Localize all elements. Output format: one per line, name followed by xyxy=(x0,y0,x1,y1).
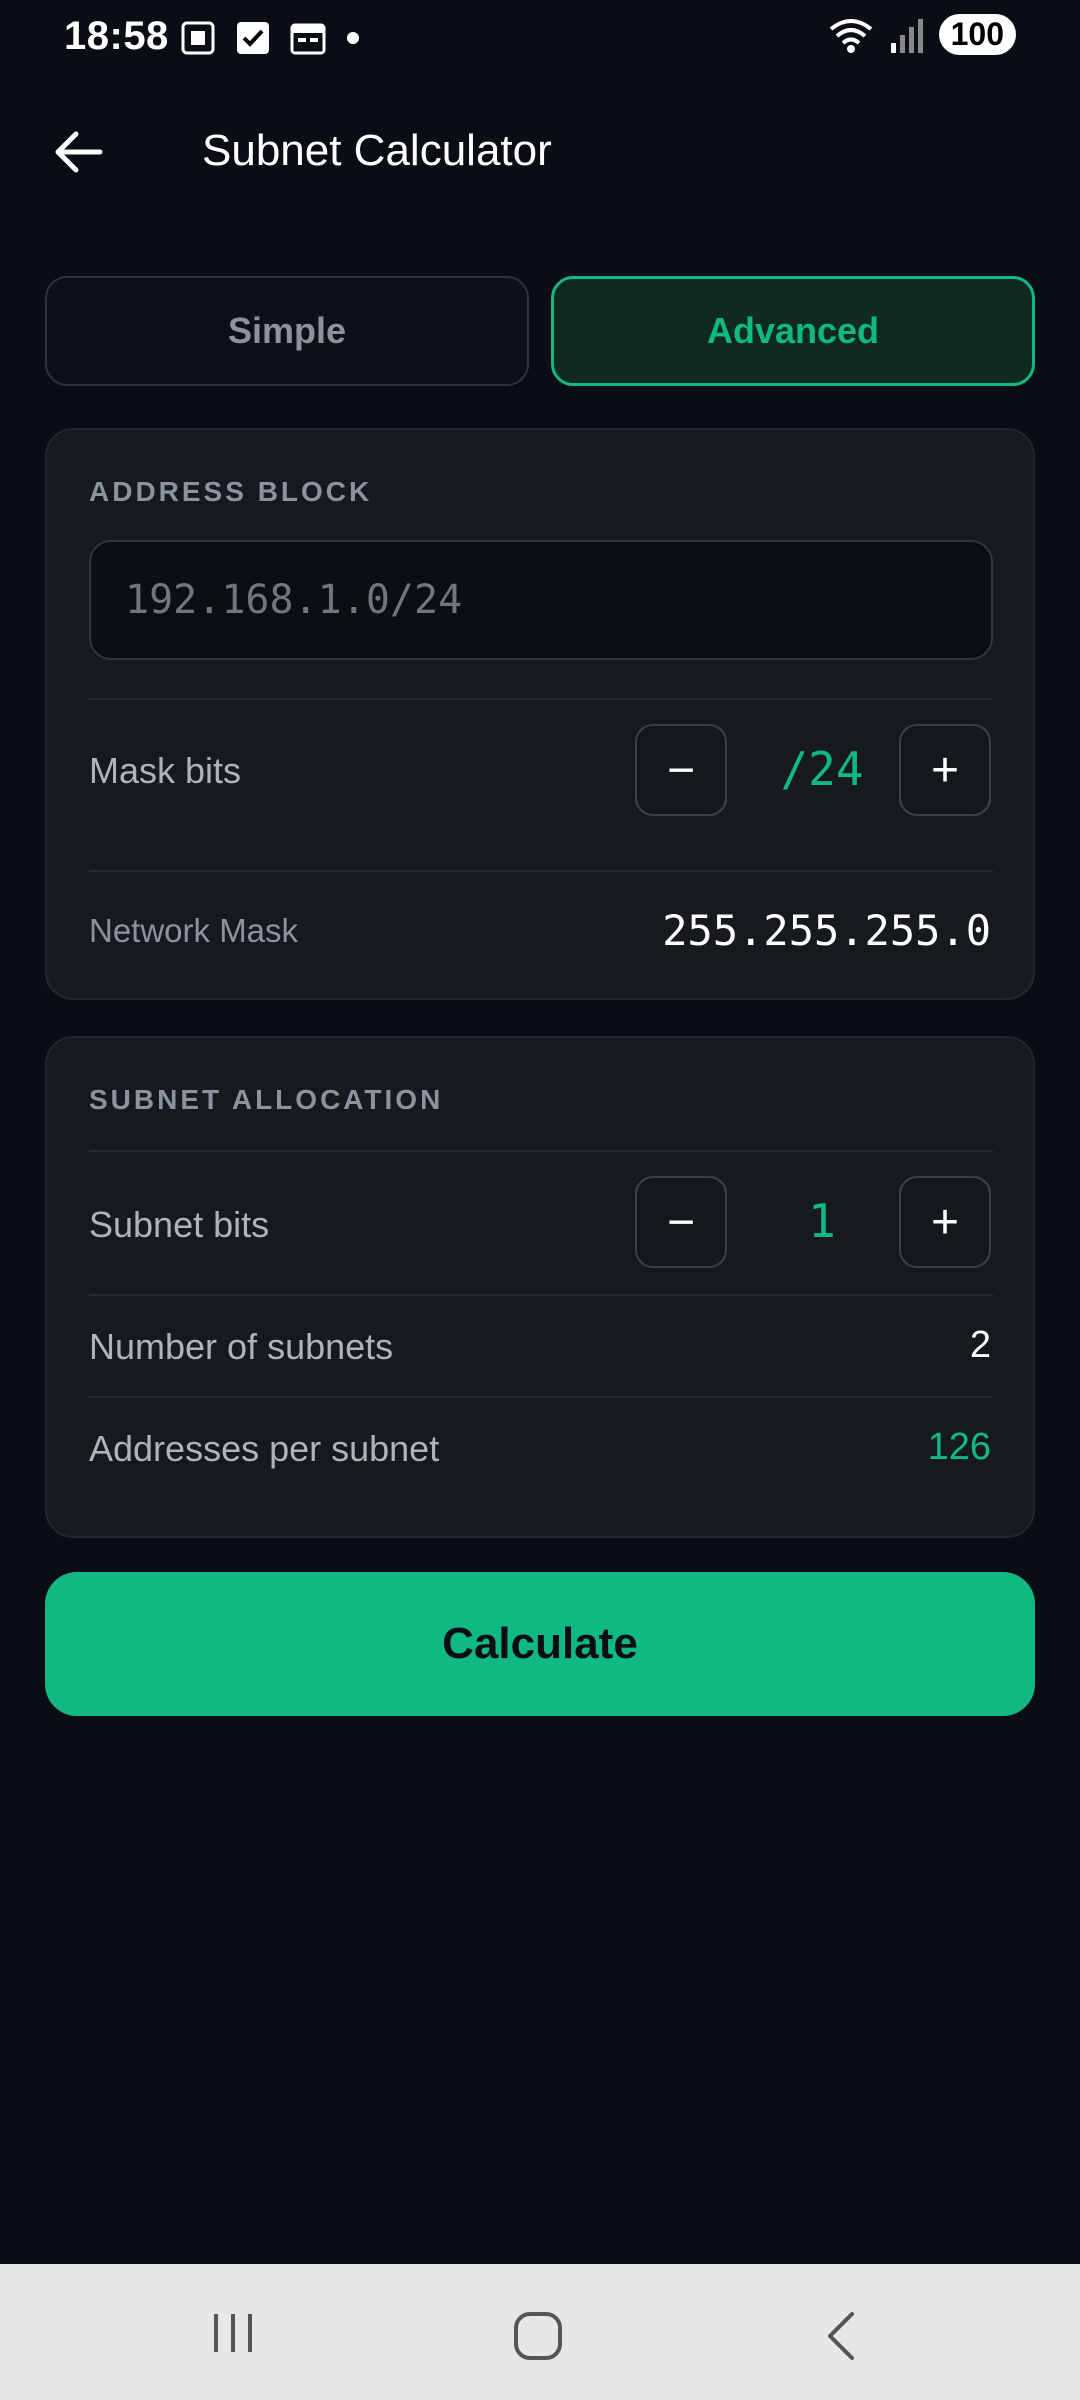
mask-bits-label: Mask bits xyxy=(89,750,242,791)
checkbox-icon xyxy=(237,22,269,54)
subnet-bits-value: 1 xyxy=(808,1194,836,1248)
calculate-button[interactable]: Calculate xyxy=(45,1572,1035,1716)
section-title: SUBNET ALLOCATION xyxy=(89,1084,444,1115)
battery-indicator: 100 xyxy=(938,14,1016,55)
tab-simple[interactable]: Simple xyxy=(45,276,529,386)
page-title: Subnet Calculator xyxy=(202,126,552,175)
back-button[interactable] xyxy=(48,120,112,184)
arrow-left-icon xyxy=(55,131,103,173)
tab-advanced[interactable]: Advanced xyxy=(551,276,1035,386)
back-nav-icon[interactable] xyxy=(818,2308,868,2364)
divider xyxy=(89,870,993,872)
home-icon[interactable] xyxy=(510,2308,566,2364)
subnet-bits-increment-button[interactable]: + xyxy=(899,1176,991,1268)
address-block-card: ADDRESS BLOCK Mask bits − /24 + Network … xyxy=(45,428,1035,1000)
section-title: ADDRESS BLOCK xyxy=(89,476,373,507)
addresses-per-subnet-value: 126 xyxy=(927,1426,991,1468)
network-mask-label: Network Mask xyxy=(89,912,299,949)
num-subnets-value: 2 xyxy=(969,1324,991,1366)
calendar-icon xyxy=(290,23,326,55)
mask-bits-value: /24 xyxy=(780,742,864,796)
divider xyxy=(89,698,993,700)
status-right-icons: 100 xyxy=(827,14,1016,55)
subnet-allocation-card: SUBNET ALLOCATION Subnet bits − 1 + Numb… xyxy=(45,1036,1035,1538)
signal-icon xyxy=(890,18,923,53)
address-input[interactable] xyxy=(89,540,993,660)
screenshot-icon xyxy=(181,21,215,55)
divider xyxy=(89,1396,993,1398)
addresses-per-subnet-label: Addresses per subnet xyxy=(89,1428,440,1469)
num-subnets-label: Number of subnets xyxy=(89,1326,394,1367)
status-time: 18:58 xyxy=(64,14,169,58)
divider xyxy=(89,1294,993,1296)
network-mask-value: 255.255.255.0 xyxy=(662,906,991,955)
status-bar: 18:58 100 xyxy=(0,0,1080,78)
mask-bits-increment-button[interactable]: + xyxy=(899,724,991,816)
system-nav-bar xyxy=(0,2264,1080,2400)
notification-icons xyxy=(180,20,360,56)
divider xyxy=(89,1150,993,1152)
subnet-bits-decrement-button[interactable]: − xyxy=(635,1176,727,1268)
mask-bits-decrement-button[interactable]: − xyxy=(635,724,727,816)
app-bar: Subnet Calculator xyxy=(0,100,1080,210)
dot-icon xyxy=(347,32,359,44)
recent-apps-icon[interactable] xyxy=(208,2308,258,2358)
subnet-bits-label: Subnet bits xyxy=(89,1204,270,1245)
wifi-icon xyxy=(829,18,872,53)
